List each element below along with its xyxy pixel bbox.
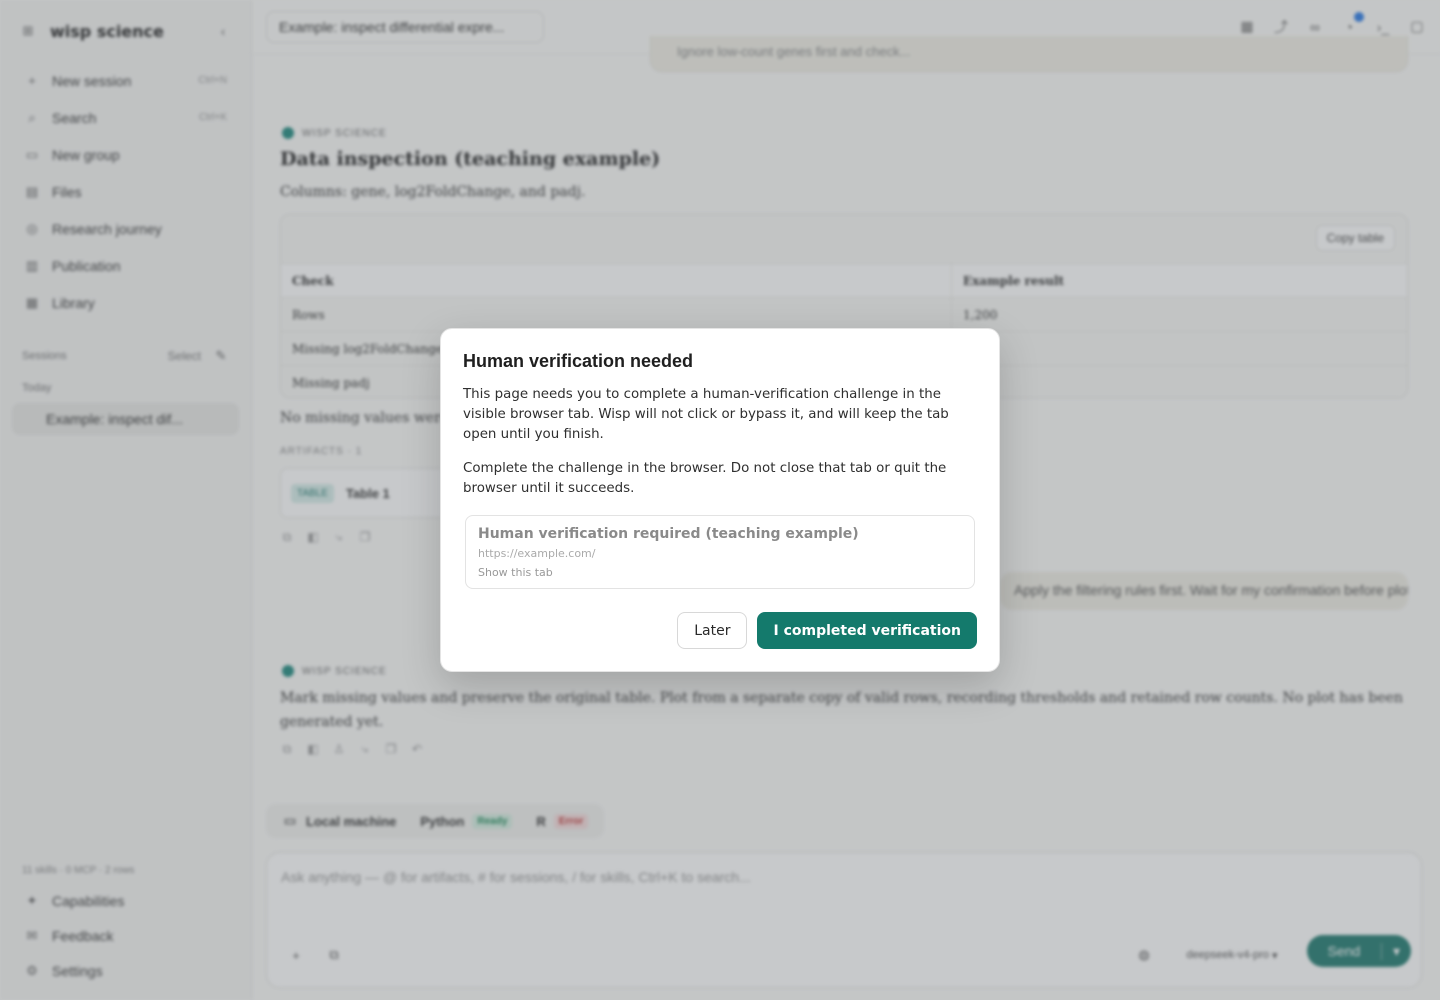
- verification-dialog: Human verification needed This page need…: [440, 328, 1000, 672]
- later-button[interactable]: Later: [677, 612, 748, 649]
- show-tab-link[interactable]: Show this tab: [478, 566, 553, 579]
- completed-verification-button[interactable]: I completed verification: [757, 612, 977, 649]
- browser-tab-card: Human verification required (teaching ex…: [465, 515, 975, 589]
- dialog-paragraph: This page needs you to complete a human-…: [463, 387, 949, 442]
- tab-title: Human verification required (teaching ex…: [478, 526, 859, 542]
- dialog-paragraph: Complete the challenge in the browser. D…: [463, 461, 947, 496]
- tab-url: https://example.com/: [478, 547, 596, 560]
- dialog-title: Human verification needed: [463, 351, 694, 371]
